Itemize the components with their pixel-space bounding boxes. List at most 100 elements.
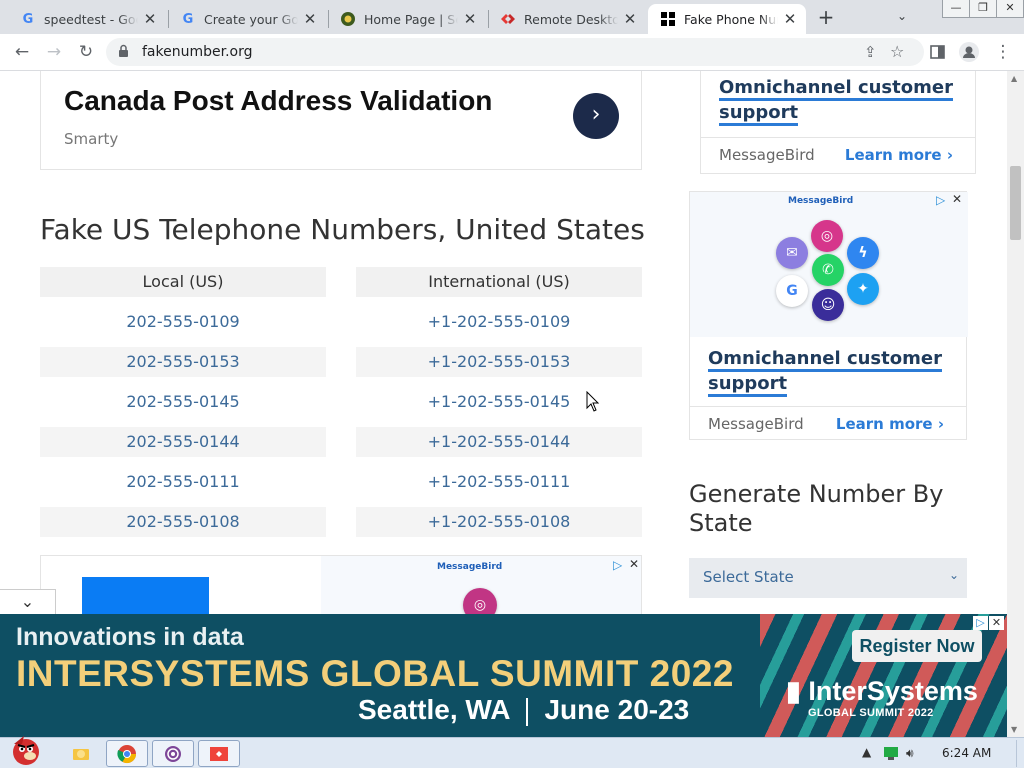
adchoices-icon[interactable]: ▷: [936, 193, 945, 207]
volume-icon[interactable]: 🔊︎: [906, 746, 914, 761]
grid-icon: [660, 11, 676, 27]
collapse-ad-chevron-icon[interactable]: ⌄: [0, 589, 56, 615]
close-ad-icon[interactable]: ✕: [629, 557, 639, 571]
scroll-up-icon[interactable]: ▲: [1011, 74, 1017, 83]
tor-browser-icon[interactable]: [152, 740, 194, 767]
vertical-scrollbar[interactable]: ▲ ▼: [1007, 71, 1024, 737]
close-tab-icon[interactable]: ✕: [302, 11, 318, 27]
page-title: Fake US Telephone Numbers, United States: [40, 213, 645, 246]
learn-more-link[interactable]: Learn more ›: [836, 415, 944, 433]
ad-brand: Smarty: [64, 130, 119, 148]
instagram-icon: ◎: [463, 588, 497, 614]
ad-card-omnichannel-1[interactable]: Omnichannel customer support MessageBird…: [700, 71, 976, 174]
banner-tagline: Innovations in data: [16, 623, 244, 651]
address-bar[interactable]: fakenumber.org ⇪ ☆: [106, 38, 924, 66]
select-state-value: Select State: [703, 568, 794, 586]
tab-create-account[interactable]: G Create your Google Account ✕: [168, 4, 326, 34]
ad-advertiser: MessageBird: [719, 146, 815, 164]
minimize-button[interactable]: —: [942, 0, 970, 18]
phone-number-cell[interactable]: +1-202-555-0111: [356, 467, 642, 497]
forward-arrow-icon[interactable]: →: [44, 42, 64, 62]
chevron-down-icon: ⌄: [948, 568, 959, 582]
page-content: Canada Post Address Validation Smarty › …: [0, 71, 1024, 737]
ad-card-omnichannel-2[interactable]: MessageBird ◎ ✉ ϟ ✆ G ✦ ☺ ▷ ✕ Omnichanne…: [689, 191, 968, 440]
close-ad-icon[interactable]: ✕: [989, 616, 1004, 630]
mouse-cursor-icon: [586, 391, 600, 412]
browser-toolbar: ← → ↻ fakenumber.org ⇪ ☆ ⋮: [0, 34, 1024, 71]
ad-card-title[interactable]: Omnichannel customer support: [719, 75, 959, 126]
tab-home-page[interactable]: Home Page | Sec ✕: [328, 4, 486, 34]
share-icon[interactable]: ⇪: [864, 43, 877, 61]
phone-number-cell[interactable]: 202-555-0109: [40, 307, 326, 337]
scroll-down-icon[interactable]: ▼: [1011, 725, 1017, 734]
scrollbar-thumb[interactable]: [1010, 166, 1021, 240]
lock-icon: [119, 44, 128, 57]
side-panel-icon[interactable]: [930, 45, 945, 59]
back-arrow-icon[interactable]: ←: [12, 42, 32, 62]
google-icon: G: [182, 11, 194, 27]
learn-more-link[interactable]: Learn more ›: [845, 146, 953, 164]
close-ad-icon[interactable]: ✕: [952, 192, 962, 206]
ad-advertiser: MessageBird: [708, 415, 804, 433]
tab-speedtest[interactable]: G speedtest - Google Search ✕: [8, 4, 166, 34]
generate-by-state-heading: Generate Number By State: [689, 480, 944, 537]
google-icon: G: [776, 275, 808, 307]
close-tab-icon[interactable]: ✕: [462, 11, 478, 27]
show-desktop-button[interactable]: [1016, 740, 1024, 767]
ad-messagebird-inline[interactable]: MessageBird ◎ ▷ ✕: [40, 555, 642, 615]
phone-number-cell[interactable]: +1-202-555-0153: [356, 347, 642, 377]
taskbar-clock[interactable]: 6:24 AM: [942, 746, 991, 760]
phone-number-cell[interactable]: 202-555-0108: [40, 507, 326, 537]
ad-intersystems-banner[interactable]: Innovations in data INTERSYSTEMS GLOBAL …: [0, 614, 1007, 737]
network-icon[interactable]: [884, 747, 898, 760]
banner-event-name: INTERSYSTEMS GLOBAL SUMMIT 2022: [16, 653, 734, 694]
profile-avatar-icon[interactable]: [959, 42, 979, 62]
windows-taskbar: ▲ 🔊︎ 6:24 AM: [0, 736, 1024, 768]
chat-icon: ☺: [812, 289, 844, 321]
ad-card-title[interactable]: Omnichannel customer support: [708, 346, 948, 397]
tab-title: Fake Phone Numbers: [684, 11, 778, 27]
ad-canada-post[interactable]: Canada Post Address Validation Smarty ›: [40, 71, 642, 170]
adchoices-icon[interactable]: ▷: [973, 616, 988, 630]
ad-image: MessageBird ◎ ✉ ϟ ✆ G ✦ ☺ ▷ ✕: [690, 192, 968, 337]
anydesk-icon[interactable]: [198, 740, 240, 767]
ad-headline[interactable]: Canada Post Address Validation: [64, 85, 492, 117]
new-tab-button[interactable]: +: [816, 7, 836, 28]
menu-kebab-icon[interactable]: ⋮: [993, 42, 1013, 62]
instagram-icon: ◎: [811, 220, 843, 252]
register-now-button[interactable]: Register Now: [852, 630, 982, 662]
tab-title: Create your Google Account: [204, 11, 298, 27]
tab-remote-desktop[interactable]: Remote Desktop ✕: [488, 4, 646, 34]
reload-icon[interactable]: ↻: [76, 42, 96, 62]
chrome-taskbar-icon[interactable]: [106, 740, 148, 767]
phone-number-cell[interactable]: 202-555-0144: [40, 427, 326, 457]
close-tab-icon[interactable]: ✕: [782, 11, 798, 27]
local-numbers-column: Local (US) 202-555-0109 202-555-0153 202…: [40, 267, 326, 537]
tab-search-chevron-icon[interactable]: ⌄: [897, 9, 907, 23]
column-header-international: International (US): [356, 267, 642, 297]
phone-number-cell[interactable]: 202-555-0111: [40, 467, 326, 497]
adchoices-icon[interactable]: ▷: [613, 558, 622, 572]
tab-fake-phone-numbers[interactable]: Fake Phone Numbers ✕: [648, 4, 806, 34]
phone-number-cell[interactable]: +1-202-555-0108: [356, 507, 642, 537]
phone-number-cell[interactable]: +1-202-555-0109: [356, 307, 642, 337]
phone-number-cell[interactable]: 202-555-0153: [40, 347, 326, 377]
restore-button[interactable]: ❐: [969, 0, 997, 18]
phone-number-cell[interactable]: +1-202-555-0144: [356, 427, 642, 457]
bookmark-star-icon[interactable]: ☆: [890, 42, 904, 61]
explorer-icon[interactable]: [60, 740, 102, 767]
tab-strip: G speedtest - Google Search ✕ G Create y…: [0, 0, 1024, 34]
phone-number-cell[interactable]: 202-555-0145: [40, 387, 326, 417]
tab-title: speedtest - Google Search: [44, 11, 138, 27]
close-tab-icon[interactable]: ✕: [622, 11, 638, 27]
close-tab-icon[interactable]: ✕: [142, 11, 158, 27]
close-window-button[interactable]: ✕: [996, 0, 1024, 18]
tab-title: Remote Desktop: [524, 11, 618, 27]
select-state-dropdown[interactable]: Select State ⌄: [689, 558, 967, 598]
chevron-right-icon[interactable]: ›: [573, 93, 619, 139]
window-controls: — ❐ ✕: [942, 0, 1024, 18]
start-button-icon[interactable]: [4, 732, 44, 768]
url-text: fakenumber.org: [142, 44, 253, 60]
tray-expand-icon[interactable]: ▲: [862, 745, 871, 759]
column-header-local: Local (US): [40, 267, 326, 297]
